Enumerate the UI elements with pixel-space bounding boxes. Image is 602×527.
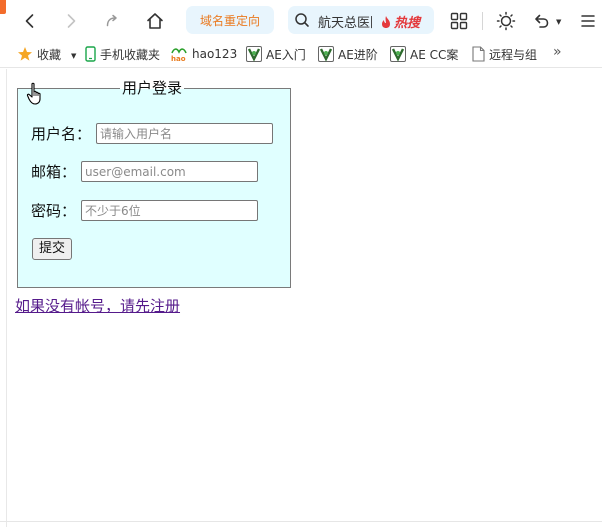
submit-button[interactable]: 提交 <box>32 238 73 260</box>
bookmark-label: AE入门 <box>266 47 306 62</box>
password-label: 密码： <box>31 202 77 220</box>
browser-toolbar: 域名重定向 航天总医院 热搜 ▼ <box>0 0 602 40</box>
sun-icon <box>496 11 516 31</box>
password-input[interactable] <box>81 200 259 221</box>
chevron-right-icon <box>67 14 76 28</box>
hot-search-badge[interactable]: 热搜 <box>380 12 420 31</box>
star-icon <box>18 47 32 61</box>
page-icon <box>472 46 485 62</box>
favorites-dropdown-icon[interactable]: ▼ <box>71 52 76 60</box>
bookmark-label: AE CC案 <box>410 47 458 62</box>
login-legend: 用户登录 <box>120 79 185 97</box>
undo-button[interactable] <box>528 8 554 34</box>
ae-icon <box>390 46 406 62</box>
hand-cursor-icon <box>26 82 41 105</box>
username-label: 用户名： <box>31 125 92 143</box>
email-label: 邮箱： <box>31 163 77 181</box>
search-box[interactable]: 航天总医院 热搜 <box>288 6 434 34</box>
search-text: 航天总医院 <box>318 16 372 31</box>
bookmark-label: hao123 <box>192 47 238 61</box>
menu-button[interactable] <box>575 8 601 34</box>
bookmark-label: 远程与组 <box>489 47 538 62</box>
bookmark-ae-intro[interactable]: AE入门 <box>246 45 308 63</box>
login-fieldset: 用户登录 用户名： 邮箱： 密码： 提交 <box>17 80 291 288</box>
bookmarks-bar: 收藏 ▼ 手机收藏夹 hao hao123 AE入门 AE进阶 AE CC案 远… <box>0 40 602 68</box>
toolbar-divider <box>482 12 483 30</box>
register-link[interactable]: 如果没有帐号，请先注册 <box>15 295 180 316</box>
reload-button[interactable] <box>99 8 125 34</box>
bookmark-label: AE进阶 <box>338 47 378 62</box>
redirect-button[interactable]: 域名重定向 <box>186 6 274 34</box>
home-icon <box>147 13 163 29</box>
username-row: 用户名： <box>31 123 274 144</box>
page-bottom-border <box>0 521 602 522</box>
grid-icon <box>450 12 468 30</box>
phone-icon <box>85 46 96 62</box>
page-left-border <box>6 69 7 527</box>
ae-icon <box>318 46 334 62</box>
apps-button[interactable] <box>446 8 472 34</box>
bookmark-hao123[interactable]: hao hao123 <box>170 45 242 63</box>
hao123-icon: hao <box>171 48 187 62</box>
password-row: 密码： <box>31 200 259 221</box>
bookmark-remote[interactable]: 远程与组 <box>472 45 538 63</box>
theme-button[interactable] <box>493 8 519 34</box>
hamburger-menu-icon <box>581 15 595 27</box>
bookmark-favorites[interactable]: 收藏 <box>17 45 61 63</box>
login-legend-text: 用户登录 <box>122 79 183 97</box>
bookmark-label: 手机收藏夹 <box>100 47 161 62</box>
svg-text:hao: hao <box>171 55 186 62</box>
email-row: 邮箱： <box>31 161 259 182</box>
undo-icon <box>535 14 549 28</box>
redo-icon <box>106 14 117 27</box>
home-button[interactable] <box>142 8 168 34</box>
bookmark-label: 收藏 <box>37 47 62 62</box>
forward-button[interactable] <box>58 8 84 34</box>
bookmarks-more-button[interactable]: » <box>553 44 562 60</box>
undo-dropdown-icon[interactable]: ▼ <box>556 18 561 26</box>
hot-search-label: 热搜 <box>394 16 421 31</box>
flame-icon <box>382 15 390 28</box>
bookmark-ae-advanced[interactable]: AE进阶 <box>318 45 380 63</box>
chevron-left-icon <box>25 14 34 28</box>
bookmark-mobile-favorites[interactable]: 手机收藏夹 <box>85 45 163 63</box>
bookmark-ae-cc-cases[interactable]: AE CC案 <box>390 45 458 63</box>
ae-icon <box>246 46 262 62</box>
redirect-label: 域名重定向 <box>199 13 260 28</box>
username-input[interactable] <box>96 123 274 144</box>
email-input[interactable] <box>81 161 259 182</box>
search-icon <box>295 13 309 27</box>
back-button[interactable] <box>17 8 43 34</box>
browser-logo-icon <box>0 0 6 14</box>
